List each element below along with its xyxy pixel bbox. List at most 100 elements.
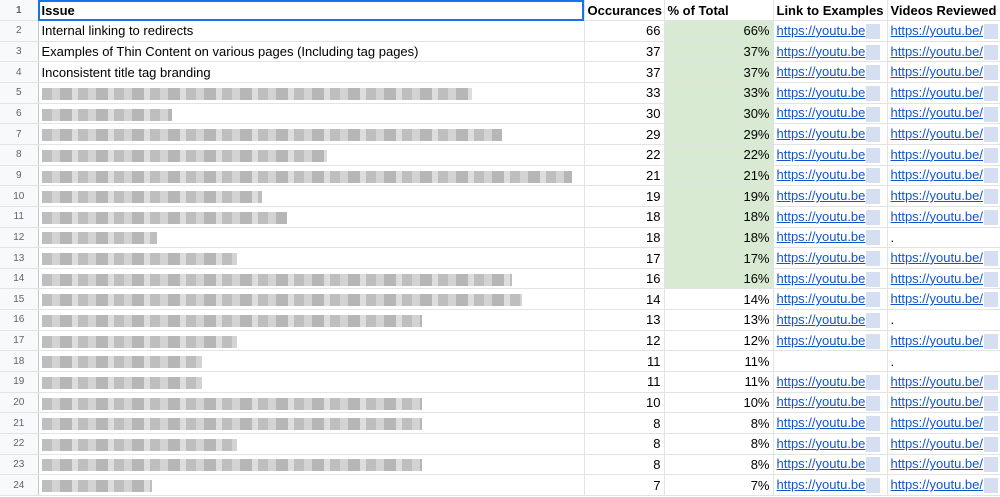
examples-link[interactable]: https://youtu.be	[777, 456, 866, 471]
issue-cell[interactable]: Inconsistent title tag branding	[38, 61, 585, 84]
row-number[interactable]: 11	[0, 206, 39, 228]
videos-link[interactable]: https://youtu.be/	[891, 126, 984, 141]
videos-cell[interactable]: https://youtu.be/	[887, 288, 1000, 311]
occurances-cell[interactable]: 10	[584, 392, 665, 414]
videos-cell[interactable]: https://youtu.be/	[887, 371, 1000, 393]
occurances-cell[interactable]: 8	[584, 412, 665, 434]
examples-link[interactable]: https://youtu.be	[777, 23, 866, 38]
issue-cell[interactable]	[38, 433, 585, 455]
videos-link[interactable]: https://youtu.be/	[891, 456, 984, 471]
issue-cell[interactable]	[38, 103, 585, 125]
occurances-cell[interactable]: 18	[584, 206, 665, 228]
row-number[interactable]: 6	[0, 103, 39, 125]
videos-link[interactable]: https://youtu.be/	[891, 209, 984, 224]
occurances-cell[interactable]: 22	[584, 144, 665, 166]
row-number[interactable]: 23	[0, 454, 39, 476]
pct-cell[interactable]: 17%	[664, 247, 774, 269]
videos-link[interactable]: https://youtu.be/	[891, 188, 984, 203]
occurances-cell[interactable]: 33	[584, 82, 665, 104]
videos-link[interactable]: https://youtu.be/	[891, 436, 984, 451]
occurances-cell[interactable]: 7	[584, 474, 665, 496]
videos-link[interactable]: https://youtu.be/	[891, 23, 984, 38]
examples-cell[interactable]	[773, 350, 888, 373]
issue-cell[interactable]	[38, 123, 585, 145]
videos-link[interactable]: https://youtu.be/	[891, 477, 984, 492]
examples-link[interactable]: https://youtu.be	[777, 105, 866, 120]
row-number[interactable]: 1	[0, 0, 39, 22]
row-number[interactable]: 16	[0, 309, 39, 331]
issue-cell[interactable]	[38, 330, 585, 352]
row-number[interactable]: 18	[0, 350, 39, 373]
examples-link[interactable]: https://youtu.be	[777, 312, 866, 327]
videos-cell[interactable]: https://youtu.be/	[887, 103, 1000, 125]
examples-link[interactable]: https://youtu.be	[777, 188, 866, 203]
row-number[interactable]: 15	[0, 288, 39, 311]
pct-cell[interactable]: 8%	[664, 433, 774, 455]
videos-cell[interactable]: https://youtu.be/	[887, 392, 1000, 414]
videos-cell[interactable]: .	[887, 350, 1000, 373]
examples-cell[interactable]: https://youtu.be	[773, 433, 888, 455]
videos-link[interactable]: https://youtu.be/	[891, 291, 984, 306]
issue-cell[interactable]	[38, 454, 585, 476]
videos-cell[interactable]: https://youtu.be/	[887, 206, 1000, 228]
examples-cell[interactable]: https://youtu.be	[773, 474, 888, 496]
examples-cell[interactable]: https://youtu.be	[773, 392, 888, 414]
videos-cell[interactable]: https://youtu.be/	[887, 165, 1000, 187]
examples-cell[interactable]: https://youtu.be	[773, 371, 888, 393]
issue-cell[interactable]	[38, 227, 585, 249]
videos-cell[interactable]: https://youtu.be/	[887, 82, 1000, 104]
occurances-cell[interactable]: 37	[584, 61, 665, 84]
videos-cell[interactable]: https://youtu.be/	[887, 433, 1000, 455]
occurances-cell[interactable]: 14	[584, 288, 665, 311]
examples-cell[interactable]: https://youtu.be	[773, 330, 888, 352]
occurances-cell[interactable]: 8	[584, 433, 665, 455]
examples-link[interactable]: https://youtu.be	[777, 291, 866, 306]
header-occurances[interactable]: Occurances	[584, 0, 665, 22]
issue-cell[interactable]	[38, 247, 585, 269]
examples-link[interactable]: https://youtu.be	[777, 209, 866, 224]
occurances-cell[interactable]: 11	[584, 350, 665, 373]
videos-link[interactable]: https://youtu.be/	[891, 415, 984, 430]
pct-cell[interactable]: 11%	[664, 350, 774, 373]
row-number[interactable]: 13	[0, 247, 39, 269]
issue-cell[interactable]: Examples of Thin Content on various page…	[38, 41, 585, 63]
occurances-cell[interactable]: 12	[584, 330, 665, 352]
occurances-cell[interactable]: 13	[584, 309, 665, 331]
examples-cell[interactable]: https://youtu.be	[773, 206, 888, 228]
header-issue[interactable]: Issue	[38, 0, 585, 22]
row-number[interactable]: 22	[0, 433, 39, 455]
videos-cell[interactable]: https://youtu.be/	[887, 474, 1000, 496]
row-number[interactable]: 24	[0, 474, 39, 496]
header-link-examples[interactable]: Link to Examples	[773, 0, 888, 22]
issue-cell[interactable]	[38, 206, 585, 228]
examples-cell[interactable]: https://youtu.be	[773, 61, 888, 84]
examples-link[interactable]: https://youtu.be	[777, 374, 866, 389]
issue-cell[interactable]	[38, 185, 585, 207]
occurances-cell[interactable]: 66	[584, 20, 665, 42]
examples-link[interactable]: https://youtu.be	[777, 147, 866, 162]
row-number[interactable]: 7	[0, 123, 39, 145]
pct-cell[interactable]: 11%	[664, 371, 774, 393]
examples-link[interactable]: https://youtu.be	[777, 229, 866, 244]
row-number[interactable]: 9	[0, 165, 39, 187]
occurances-cell[interactable]: 8	[584, 454, 665, 476]
examples-cell[interactable]: https://youtu.be	[773, 268, 888, 290]
issue-cell[interactable]	[38, 144, 585, 166]
pct-cell[interactable]: 33%	[664, 82, 774, 104]
issue-cell[interactable]	[38, 82, 585, 104]
row-number[interactable]: 12	[0, 227, 39, 249]
videos-link[interactable]: https://youtu.be/	[891, 44, 984, 59]
row-number[interactable]: 17	[0, 330, 39, 352]
row-number[interactable]: 10	[0, 185, 39, 207]
videos-cell[interactable]: https://youtu.be/	[887, 144, 1000, 166]
occurances-cell[interactable]: 30	[584, 103, 665, 125]
videos-cell[interactable]: https://youtu.be/	[887, 61, 1000, 84]
pct-cell[interactable]: 21%	[664, 165, 774, 187]
videos-cell[interactable]: https://youtu.be/	[887, 20, 1000, 42]
pct-cell[interactable]: 8%	[664, 454, 774, 476]
examples-link[interactable]: https://youtu.be	[777, 333, 866, 348]
occurances-cell[interactable]: 19	[584, 185, 665, 207]
issue-cell[interactable]	[38, 350, 585, 373]
pct-cell[interactable]: 19%	[664, 185, 774, 207]
pct-cell[interactable]: 66%	[664, 20, 774, 42]
